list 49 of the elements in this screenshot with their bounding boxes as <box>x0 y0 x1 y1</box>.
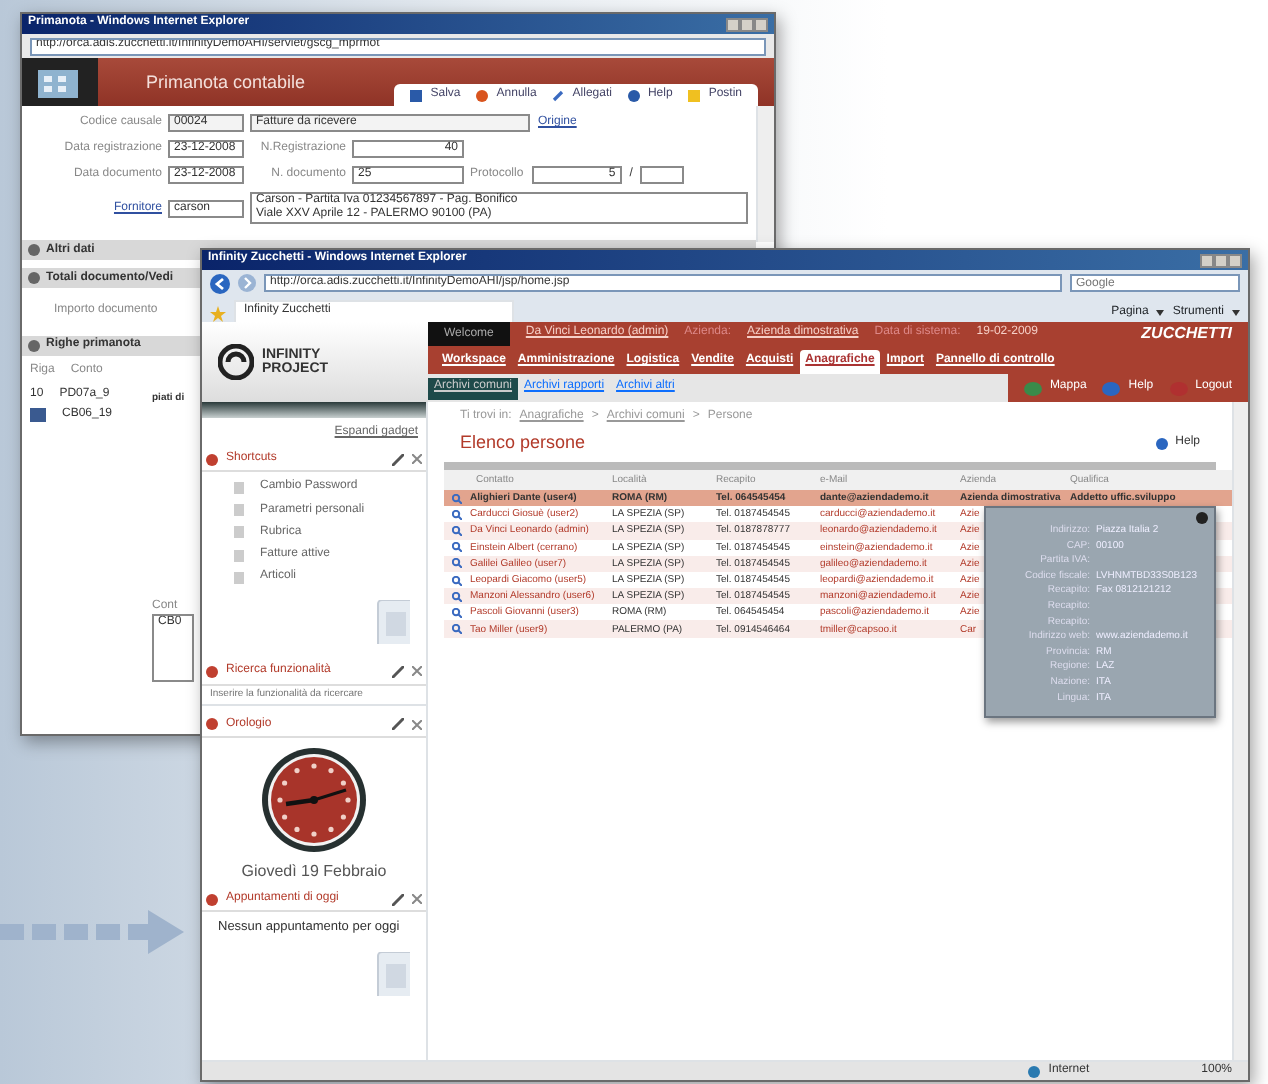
clock-drawing <box>260 745 368 854</box>
forward-icon[interactable] <box>238 274 256 292</box>
document-icon <box>374 600 410 645</box>
edit-icon[interactable] <box>392 453 404 466</box>
date-text: Giovedì 19 Febbraio <box>239 861 389 881</box>
close-icon[interactable] <box>412 454 422 465</box>
minimize-button[interactable] <box>726 17 740 31</box>
edit-icon[interactable] <box>392 718 404 731</box>
floppy-icon <box>410 89 423 101</box>
row-selector-icon <box>30 408 46 423</box>
magnifier-icon[interactable] <box>452 558 462 569</box>
close-button[interactable] <box>754 17 768 31</box>
document-icon <box>374 952 410 997</box>
gadget-icon <box>206 718 218 731</box>
magnifier-icon[interactable] <box>452 607 462 618</box>
close-icon[interactable] <box>412 719 422 730</box>
magnifier-icon[interactable] <box>452 525 462 536</box>
brand-logo: ZUCCHETTI <box>1141 324 1232 344</box>
magnifier-icon[interactable] <box>452 509 462 520</box>
expand-icon[interactable] <box>28 244 40 257</box>
input-field[interactable] <box>640 166 685 184</box>
edit-icon[interactable] <box>392 893 404 906</box>
caret-icon <box>1232 310 1240 316</box>
page-title: Elenco persone <box>460 432 586 454</box>
maximize-button[interactable] <box>740 17 754 31</box>
magnifier-icon[interactable] <box>452 624 462 635</box>
minimize-button[interactable] <box>1200 253 1214 267</box>
gadget-icon <box>206 453 218 466</box>
page-heading: Primanota contabile <box>146 71 306 93</box>
caret-icon <box>1156 310 1165 316</box>
note-icon <box>688 89 701 101</box>
back-icon[interactable] <box>210 273 230 293</box>
building-icon <box>22 58 98 106</box>
close-icon[interactable] <box>412 894 422 905</box>
magnifier-icon[interactable] <box>452 591 462 602</box>
gadget-icon <box>206 665 218 678</box>
spiral-logo-icon <box>218 344 254 380</box>
magnifier-icon[interactable] <box>452 542 462 553</box>
edit-icon[interactable] <box>392 665 404 678</box>
magnifier-icon[interactable] <box>452 575 462 586</box>
scrollbar[interactable] <box>1232 402 1248 1060</box>
magnifier-icon[interactable] <box>452 493 462 504</box>
maximize-button[interactable] <box>1214 253 1228 267</box>
close-icon[interactable] <box>412 666 422 677</box>
gadget-icon <box>206 893 218 906</box>
expand-icon[interactable] <box>28 339 40 352</box>
close-button[interactable] <box>1228 253 1242 267</box>
scrollbar[interactable] <box>756 106 774 242</box>
expand-icon[interactable] <box>28 272 40 285</box>
